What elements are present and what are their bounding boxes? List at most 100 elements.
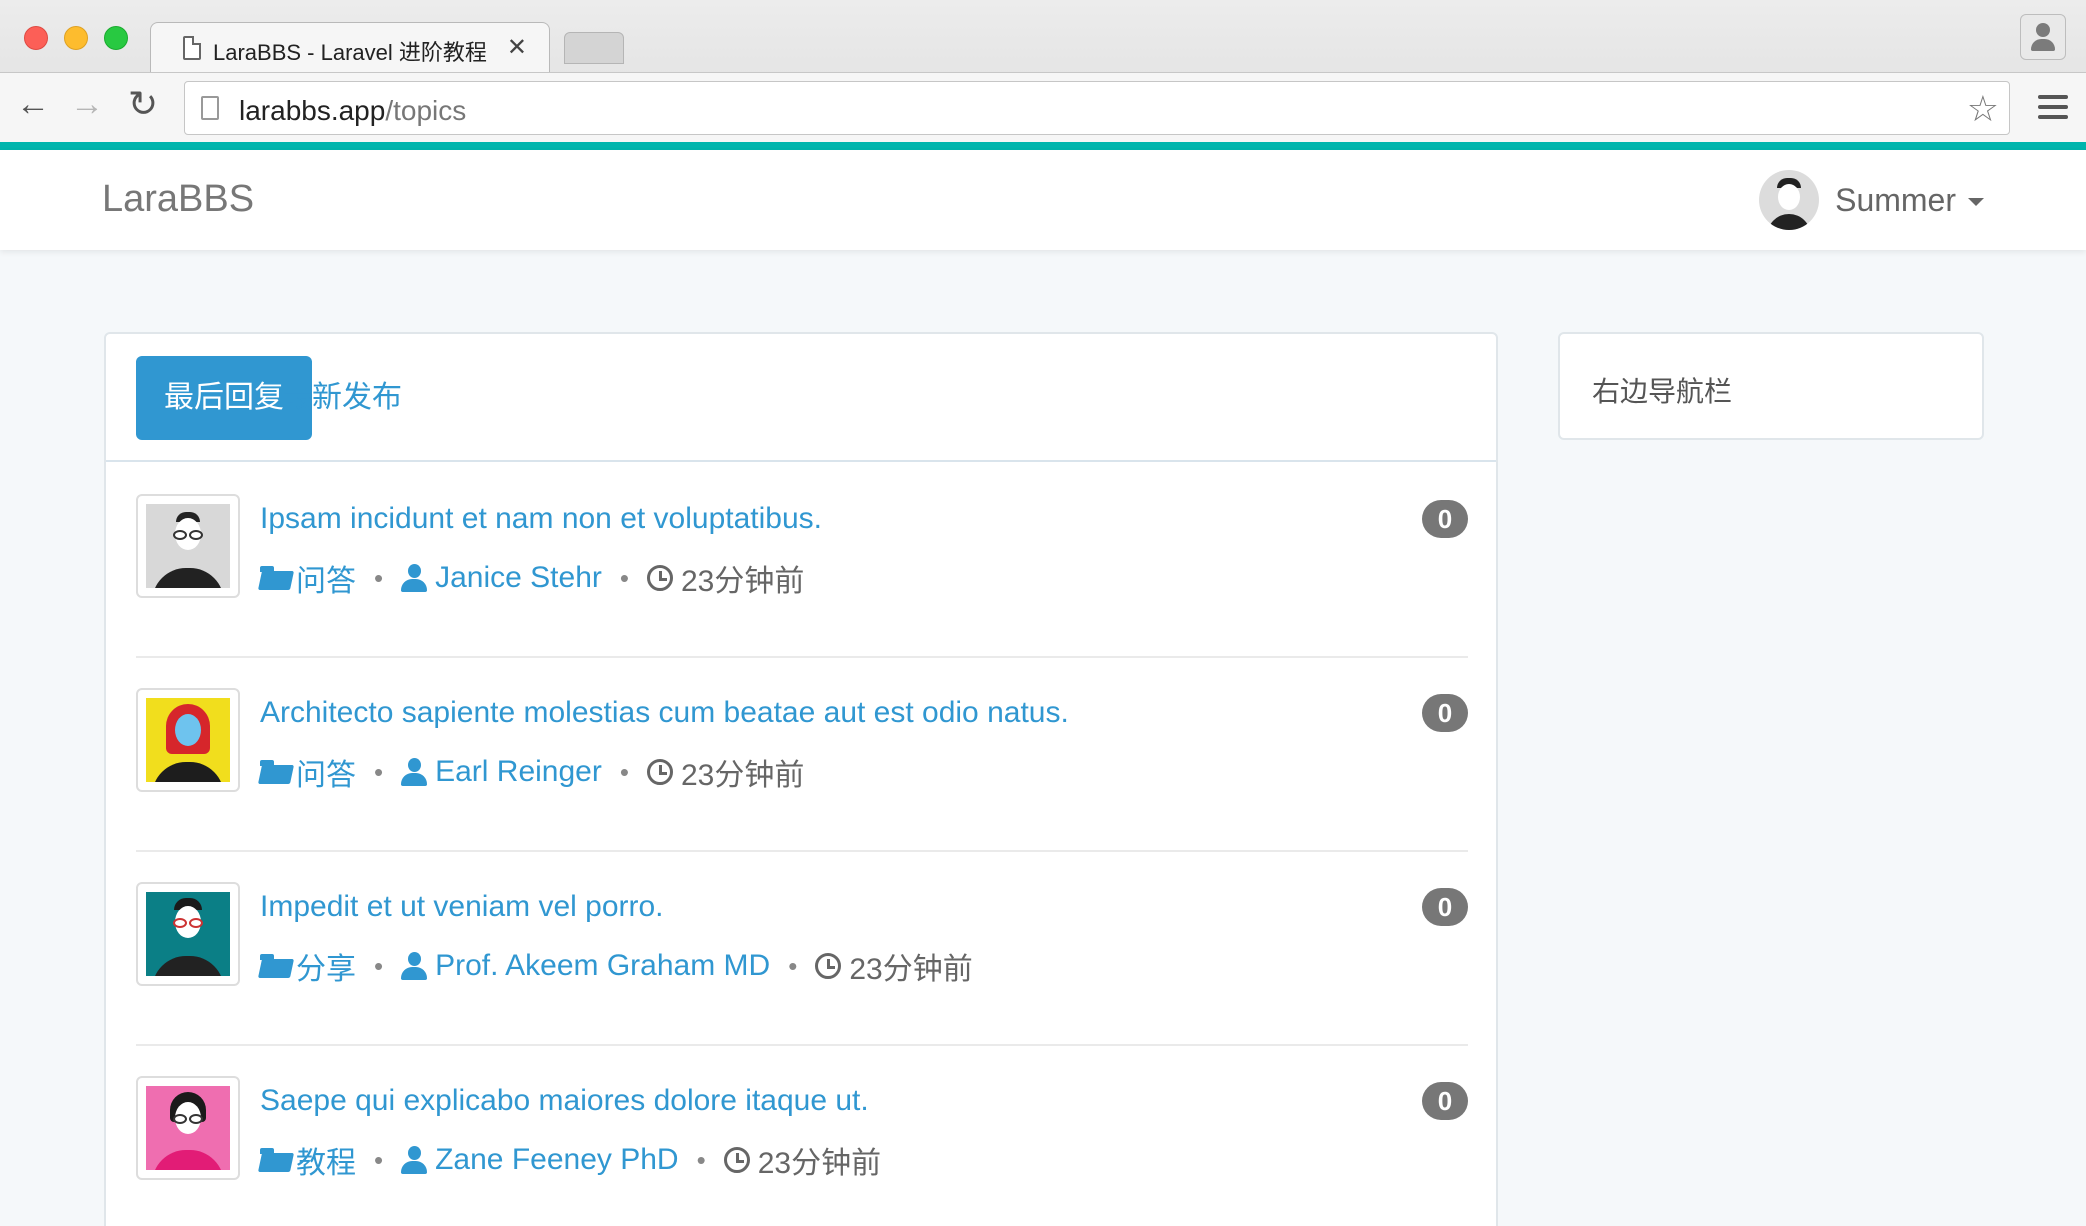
topic-title[interactable]: Impedit et ut veniam vel porro. [260,890,664,924]
topic-time-text: 23分钟前 [757,1147,882,1180]
maximize-window-button[interactable] [104,26,128,50]
menu-line [2038,115,2068,119]
site-navbar: LaraBBS Summer [0,150,2086,250]
brand-logo[interactable]: LaraBBS [102,178,254,221]
separator-dot: • [374,562,384,593]
avatar-shirt [152,1150,224,1170]
topic-author[interactable]: Earl Reinger [435,755,602,789]
avatar-glasses [189,530,203,540]
topic-time-text: 23分钟前 [680,565,805,598]
person-icon [2036,23,2050,37]
list-item: Saepe qui explicabo maiores dolore itaqu… [136,1046,1468,1226]
tab-title: LaraBBS - Laravel 进阶教程 [213,40,487,65]
separator-dot: • [374,756,384,787]
clock-icon [646,759,673,785]
folder-open-icon [260,566,292,590]
avatar-image [146,698,230,782]
avatar-glasses [189,1114,203,1124]
avatar-shirt [152,762,224,782]
avatar-glasses [173,530,187,540]
reload-icon[interactable]: ↻ [128,86,158,122]
page-icon [183,36,201,60]
user-icon [401,1146,428,1174]
back-arrow-icon[interactable]: ← [16,87,50,121]
list-item: Ipsam incidunt et nam non et voluptatibu… [136,464,1468,658]
topic-meta: 问答 • Earl Reinger • 23分钟前 [260,750,804,794]
tab-bar: LaraBBS - Laravel 进阶教程 ✕ [0,0,2086,72]
new-tab-button[interactable] [564,32,624,64]
tab-latest-post[interactable]: 最新发布 [280,356,430,440]
reply-count-badge[interactable]: 0 [1422,1082,1468,1120]
user-dropdown[interactable]: Summer [1759,168,1984,232]
close-icon[interactable]: ✕ [507,33,527,62]
topic-time: 23分钟前 [723,1138,882,1182]
topic-list-card: 最后回复 最新发布 Ipsam incidunt et nam non et v… [104,332,1498,1226]
separator-dot: • [696,1144,706,1175]
topic-author[interactable]: Prof. Akeem Graham MD [435,949,770,983]
topic-time-text: 23分钟前 [680,759,805,792]
separator-dot: • [619,562,629,593]
folder-open-icon [260,954,292,978]
avatar-glasses [173,918,187,928]
topic-category[interactable]: 问答 [296,750,356,794]
avatar[interactable] [136,882,240,986]
avatar-image [146,892,230,976]
avatar-shirt [1767,214,1812,230]
clock-icon [815,953,842,979]
browser-profile-button[interactable] [2020,14,2066,60]
avatar-face [175,714,201,746]
avatar-shirt [152,568,224,588]
topic-title[interactable]: Architecto sapiente molestias cum beatae… [260,696,1069,730]
bookmark-star-icon[interactable]: ☆ [1967,88,1999,130]
topic-category[interactable]: 问答 [296,556,356,600]
topic-time: 23分钟前 [646,750,805,794]
url-host: larabbs.app [239,95,386,126]
topic-meta: 问答 • Janice Stehr • 23分钟前 [260,556,804,600]
topic-author[interactable]: Janice Stehr [435,561,602,595]
topic-category[interactable]: 教程 [296,1138,356,1182]
menu-line [2038,105,2068,109]
folder-open-icon [260,760,292,784]
clock-icon [723,1147,750,1173]
minimize-window-button[interactable] [64,26,88,50]
avatar[interactable] [136,688,240,792]
browser-tab-active[interactable]: LaraBBS - Laravel 进阶教程 ✕ [150,22,550,72]
topic-meta: 教程 • Zane Feeney PhD • 23分钟前 [260,1138,881,1182]
separator-dot: • [619,756,629,787]
folder-open-icon [260,1148,292,1172]
accent-line [0,142,2086,150]
hamburger-menu-icon[interactable] [2038,95,2068,121]
avatar-image [146,1086,230,1170]
separator-dot: • [374,1144,384,1175]
address-bar[interactable]: larabbs.app/topics ☆ [184,81,2010,135]
reply-count-badge[interactable]: 0 [1422,888,1468,926]
sidebar-panel: 右边导航栏 [1558,332,1984,440]
topic-title[interactable]: Saepe qui explicabo maiores dolore itaqu… [260,1084,869,1118]
close-window-button[interactable] [24,26,48,50]
avatar-shirt [152,956,224,976]
clock-icon [646,565,673,591]
list-item: Architecto sapiente molestias cum beatae… [136,658,1468,852]
avatar-face [1778,184,1801,210]
topic-time: 23分钟前 [646,556,805,600]
avatar [1759,170,1820,230]
avatar[interactable] [136,1076,240,1180]
person-icon-body [2031,39,2055,51]
reply-count-badge[interactable]: 0 [1422,500,1468,538]
avatar[interactable] [136,494,240,598]
url-text[interactable]: larabbs.app/topics [239,95,466,127]
topic-time: 23分钟前 [815,944,973,988]
topic-title[interactable]: Ipsam incidunt et nam non et voluptatibu… [260,502,822,536]
reply-count-badge[interactable]: 0 [1422,694,1468,732]
user-icon [401,564,428,592]
page-icon [201,96,219,120]
avatar-glasses [189,918,203,928]
topic-author[interactable]: Zane Feeney PhD [435,1143,678,1177]
topic-time-text: 23分钟前 [849,953,973,986]
topic-filter-tabs: 最后回复 最新发布 [106,334,1496,462]
list-item: Impedit et ut veniam vel porro. 分享 • Pro… [136,852,1468,1046]
topic-meta: 分享 • Prof. Akeem Graham MD • 23分钟前 [260,944,973,988]
topic-category[interactable]: 分享 [296,944,356,988]
forward-arrow-icon[interactable]: → [70,87,104,121]
sidebar-title: 右边导航栏 [1592,376,1733,407]
